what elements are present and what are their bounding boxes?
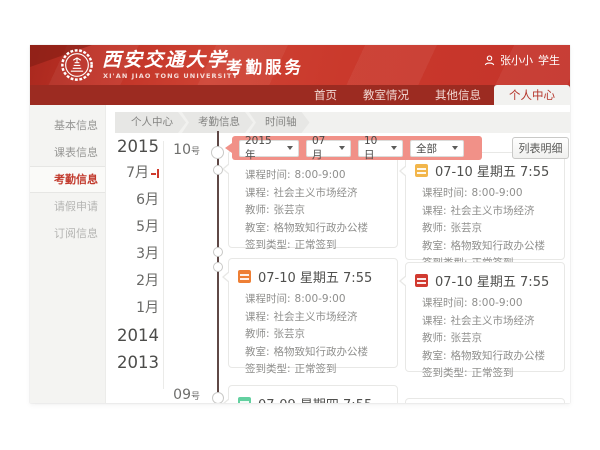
nav-item-classrooms[interactable]: 教室情况	[350, 85, 422, 105]
chevron-down-icon	[452, 146, 458, 150]
card-field: 课程:社会主义市场经济	[422, 313, 556, 331]
card-field: 教室:格物致知行政办公楼	[245, 220, 389, 238]
sidebar: 基本信息 课表信息 考勤信息 请假申请 订阅信息	[30, 105, 106, 403]
timeline-node	[212, 392, 224, 403]
attendance-card	[405, 398, 565, 403]
card-date: 07-10 星期五 7:55	[258, 267, 372, 286]
main-nav: 首页 教室情况 其他信息 个人中心	[30, 85, 570, 105]
user-name: 张小小	[500, 52, 533, 68]
user-role: 学生	[538, 52, 560, 68]
chevron-down-icon	[391, 146, 397, 150]
sidebar-item-subscription-info[interactable]: 订阅信息	[30, 220, 105, 247]
timeline-node	[211, 146, 224, 159]
date-filter-bar: 2015年 07月 10日 全部	[232, 136, 482, 160]
year-dropdown[interactable]: 2015年	[239, 140, 299, 157]
timeline-node	[213, 262, 223, 272]
attendance-card: 07-09 星期四 7:55	[228, 385, 398, 403]
timeline-scale: 2015 7月 6月 5月 3月 2月 1月 2014 2013	[105, 133, 159, 376]
scale-month-february[interactable]: 2月	[105, 268, 159, 295]
timeline-node	[213, 247, 223, 257]
card-header: 07-10 星期五 7:55	[229, 259, 397, 289]
breadcrumb-personal-center[interactable]: 个人中心	[115, 112, 186, 133]
user-info[interactable]: 张小小 学生	[484, 52, 560, 68]
card-date: 07-10 星期五 7:55	[435, 161, 549, 180]
card-field: 课程时间:8:00-9:00	[245, 167, 389, 185]
card-field: 教师:张芸京	[245, 202, 389, 220]
scale-month-june[interactable]: 6月	[105, 187, 159, 214]
card-field: 教师:张芸京	[422, 330, 556, 348]
status-orange-icon	[238, 270, 251, 283]
card-field: 课程时间:8:00-9:00	[245, 291, 389, 309]
type-dropdown[interactable]: 全部	[410, 140, 464, 157]
day-dropdown[interactable]: 10日	[358, 140, 403, 157]
sidebar-item-schedule-info[interactable]: 课表信息	[30, 139, 105, 166]
card-field: 教师:张芸京	[245, 326, 389, 344]
attendance-card: 课程时间:8:00-9:00 课程:社会主义市场经济 教师:张芸京 教室:格物致…	[228, 150, 398, 248]
card-field: 课程时间:8:00-9:00	[422, 185, 556, 203]
scale-month-may[interactable]: 5月	[105, 214, 159, 241]
university-logo-icon	[60, 48, 94, 82]
card-field: 教室:格物致知行政办公楼	[422, 238, 556, 256]
breadcrumb-timeline[interactable]: 时间轴	[249, 112, 310, 133]
card-field: 课程:社会主义市场经济	[245, 309, 389, 327]
card-field: 签到类型:正常签到	[422, 365, 556, 383]
app-title: 考勤服务	[226, 54, 304, 78]
scale-month-january[interactable]: 1月	[105, 295, 159, 322]
card-field: 课程时间:8:00-9:00	[422, 295, 556, 313]
scale-month-july[interactable]: 7月	[105, 160, 159, 187]
scale-divider-line	[163, 141, 164, 389]
status-green-icon	[238, 397, 251, 403]
card-date: 07-10 星期五 7:55	[435, 271, 549, 290]
card-field: 签到类型:正常签到	[245, 361, 389, 379]
scale-year-2013[interactable]: 2013	[105, 349, 159, 376]
attendance-card: 07-10 星期五 7:55 课程时间:8:00-9:00 课程:社会主义市场经…	[228, 258, 398, 368]
day-label-09: 09号	[160, 387, 200, 403]
university-name-cn: 西安交通大学	[102, 49, 228, 71]
scale-year-2015[interactable]: 2015	[105, 133, 159, 160]
scale-month-march[interactable]: 3月	[105, 241, 159, 268]
day-label-10: 10号	[160, 142, 200, 158]
app-header: 西安交通大学 XI'AN JIAO TONG UNIVERSITY 考勤服务 张…	[30, 45, 570, 85]
nav-item-personal-center[interactable]: 个人中心	[494, 85, 570, 105]
user-icon	[484, 55, 495, 66]
chevron-down-icon	[339, 146, 345, 150]
scale-year-2014[interactable]: 2014	[105, 322, 159, 349]
list-detail-button[interactable]: 列表明细	[512, 137, 569, 159]
status-yellow-icon	[415, 164, 428, 177]
screenshot-canvas: 西安交通大学 XI'AN JIAO TONG UNIVERSITY 考勤服务 张…	[0, 0, 600, 450]
attendance-card: 07-10 星期五 7:55 课程时间:8:00-9:00 课程:社会主义市场经…	[405, 152, 565, 260]
university-name-en: XI'AN JIAO TONG UNIVERSITY	[103, 72, 238, 80]
card-field: 课程:社会主义市场经济	[422, 203, 556, 221]
card-field: 签到类型:正常签到	[245, 237, 389, 255]
attendance-card: 07-10 星期五 7:55 课程时间:8:00-9:00 课程:社会主义市场经…	[405, 262, 565, 372]
app-window: 西安交通大学 XI'AN JIAO TONG UNIVERSITY 考勤服务 张…	[30, 45, 570, 403]
active-month-marker	[150, 169, 159, 178]
sidebar-item-basic-info[interactable]: 基本信息	[30, 112, 105, 139]
card-field: 课程:社会主义市场经济	[245, 185, 389, 203]
card-field: 教室:格物致知行政办公楼	[422, 348, 556, 366]
card-field: 教师:张芸京	[422, 220, 556, 238]
card-header: 07-10 星期五 7:55	[406, 263, 564, 293]
nav-item-home[interactable]: 首页	[301, 85, 350, 105]
card-date: 07-09 星期四 7:55	[258, 394, 372, 403]
breadcrumb: 个人中心 考勤信息 时间轴	[115, 112, 570, 133]
status-red-icon	[415, 274, 428, 287]
breadcrumb-attendance-info[interactable]: 考勤信息	[182, 112, 253, 133]
month-dropdown[interactable]: 07月	[306, 140, 351, 157]
card-field: 教室:格物致知行政办公楼	[245, 344, 389, 362]
card-header: 07-09 星期四 7:55	[229, 386, 397, 403]
timeline-node	[213, 165, 223, 175]
chevron-down-icon	[287, 146, 293, 150]
sidebar-item-attendance-info[interactable]: 考勤信息	[30, 166, 105, 193]
nav-item-other-info[interactable]: 其他信息	[422, 85, 494, 105]
sidebar-item-leave-request[interactable]: 请假申请	[30, 193, 105, 220]
